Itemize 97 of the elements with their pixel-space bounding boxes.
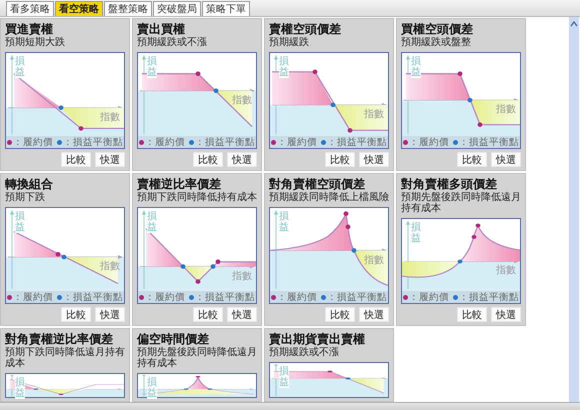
- legend-text: ：履約價: [13, 290, 53, 304]
- legend-text: ：履約價: [277, 136, 317, 148]
- legend-text: ：損益平衡點: [63, 290, 123, 304]
- axis-label: 損益: [279, 211, 289, 233]
- axis-label: 損益: [279, 366, 289, 388]
- breakeven-dot-icon: [453, 294, 458, 300]
- strategy-description: 預期下跌: [5, 192, 46, 203]
- axis-label: 指數: [232, 270, 252, 282]
- axis-label: 指數: [364, 109, 384, 120]
- legend-text: ：損益平衡點: [459, 136, 519, 148]
- strike-dot-icon: [139, 294, 144, 300]
- legend-text: ：履約價: [277, 290, 317, 304]
- strategy-button[interactable]: 快選: [227, 152, 257, 167]
- strategy-description: 預期緩跌: [269, 37, 310, 48]
- strike-dot-icon: [403, 294, 408, 300]
- strike-dot-icon: [403, 140, 408, 144]
- breakeven-dot-icon: [453, 140, 458, 144]
- breakeven-dot-icon: [189, 294, 194, 300]
- strategy-button[interactable]: 比較: [325, 152, 355, 167]
- breakeven-dot-icon: [321, 140, 326, 144]
- strategy-description: 預期短期大跌: [5, 37, 66, 48]
- strategy-title: 對角賣權逆比率價差: [5, 332, 114, 346]
- legend-text: ：履約價: [409, 136, 449, 148]
- scrollbar[interactable]: [569, 17, 579, 402]
- legend-text: ：損益平衡點: [195, 136, 255, 148]
- strategy-title: 偏空時間價差: [137, 332, 210, 346]
- legend-text: ：損益平衡點: [195, 290, 255, 304]
- strategy-description: 預期緩跌同時降低上檔風險: [269, 192, 389, 203]
- strategy-title: 賣出買權: [137, 22, 186, 36]
- strategy-description: 預期緩跌或盤整: [401, 37, 472, 48]
- strategy-title: 買權空頭價差: [401, 22, 474, 36]
- strategy-button[interactable]: 快選: [359, 152, 389, 167]
- strategy-description: 預期緩跌或不漲: [137, 37, 208, 48]
- strategy-description: 預期先盤後跌同時降低遠月持有成本: [137, 347, 257, 369]
- strategy-title: 對角賣權空頭價差: [269, 177, 366, 191]
- breakeven-dot-icon: [57, 294, 62, 300]
- strategy-description: 預期下跌同時降低遠月持有成本: [5, 347, 125, 369]
- legend-text: ：損益平衡點: [327, 136, 387, 148]
- axis-label: 指數: [496, 104, 516, 116]
- axis-label: 指數: [100, 112, 120, 123]
- strategy-button[interactable]: 快選: [95, 307, 125, 322]
- axis-label: 指數: [496, 265, 516, 276]
- strategy-description: 預期下跌同時降低持有成本: [137, 192, 257, 203]
- strike-dot-icon: [271, 140, 276, 144]
- strategy-tab[interactable]: 看空策略: [55, 1, 103, 16]
- strike-dot-icon: [7, 140, 12, 144]
- strategy-button[interactable]: 快選: [491, 152, 521, 167]
- strategy-button[interactable]: 比較: [193, 152, 223, 167]
- y-axis: [142, 374, 146, 397]
- strategy-title: 買進賣權: [5, 22, 54, 36]
- axis-label: 損益: [15, 56, 25, 78]
- axis-label: 損益: [279, 56, 289, 78]
- legend-text: ：履約價: [13, 136, 53, 148]
- axis-label: 損益: [15, 377, 25, 399]
- legend-text: ：損益平衡點: [63, 136, 123, 148]
- legend-text: ：損益平衡點: [459, 290, 519, 304]
- legend-text: ：履約價: [145, 290, 185, 304]
- strategy-button[interactable]: 比較: [61, 152, 91, 167]
- axis-label: 損益: [411, 222, 421, 244]
- strategy-tab[interactable]: 盤整策略: [104, 1, 152, 16]
- strategy-tab[interactable]: 突破盤局: [153, 1, 201, 16]
- strategy-button[interactable]: 快選: [95, 152, 125, 167]
- strategy-description: 預期先盤後跌同時降低遠月持有成本: [401, 192, 521, 214]
- axis-label: 損益: [411, 56, 421, 78]
- strike-dot-icon: [139, 140, 144, 144]
- strike-dot-icon: [271, 294, 276, 300]
- strategy-button[interactable]: 比較: [457, 307, 487, 322]
- strategy-title: 對角賣權多頭價差: [401, 177, 498, 191]
- strategy-button[interactable]: 比較: [457, 152, 487, 167]
- strategy-button[interactable]: 比較: [325, 307, 355, 322]
- breakeven-dot-icon: [57, 140, 62, 144]
- strategy-description: 預期緩跌或不漲: [269, 347, 340, 358]
- legend-text: ：損益平衡點: [327, 290, 387, 304]
- axis-label: 損益: [147, 377, 157, 399]
- axis-label: 損益: [147, 211, 157, 233]
- strategy-tab[interactable]: 策略下單: [202, 1, 250, 16]
- axis-label: 指數: [364, 254, 384, 266]
- strategy-title: 轉換組合: [5, 177, 54, 191]
- strategy-button[interactable]: 快選: [227, 307, 257, 322]
- axis-label: 指數: [232, 94, 252, 106]
- legend-text: ：履約價: [145, 136, 185, 148]
- breakeven-dot-icon: [321, 294, 326, 300]
- breakeven-dot-icon: [189, 140, 194, 144]
- axis-label: 損益: [15, 211, 25, 233]
- strike-dot-icon: [7, 294, 12, 300]
- strategy-button[interactable]: 快選: [491, 307, 521, 322]
- scroll-up-icon[interactable]: [570, 21, 578, 27]
- strategy-title: 賣出期貨賣出賣權: [269, 332, 366, 346]
- strategy-button[interactable]: 比較: [193, 307, 223, 322]
- legend-text: ：履約價: [409, 290, 449, 304]
- strategy-button[interactable]: 比較: [61, 307, 91, 322]
- strategy-title: 賣權空頭價差: [269, 22, 342, 36]
- axis-label: 損益: [147, 56, 157, 78]
- strategy-tab[interactable]: 看多策略: [6, 1, 54, 16]
- strategy-button[interactable]: 快選: [359, 307, 389, 322]
- axis-label: 指數: [100, 261, 120, 272]
- strategy-title: 賣權逆比率價差: [137, 177, 222, 191]
